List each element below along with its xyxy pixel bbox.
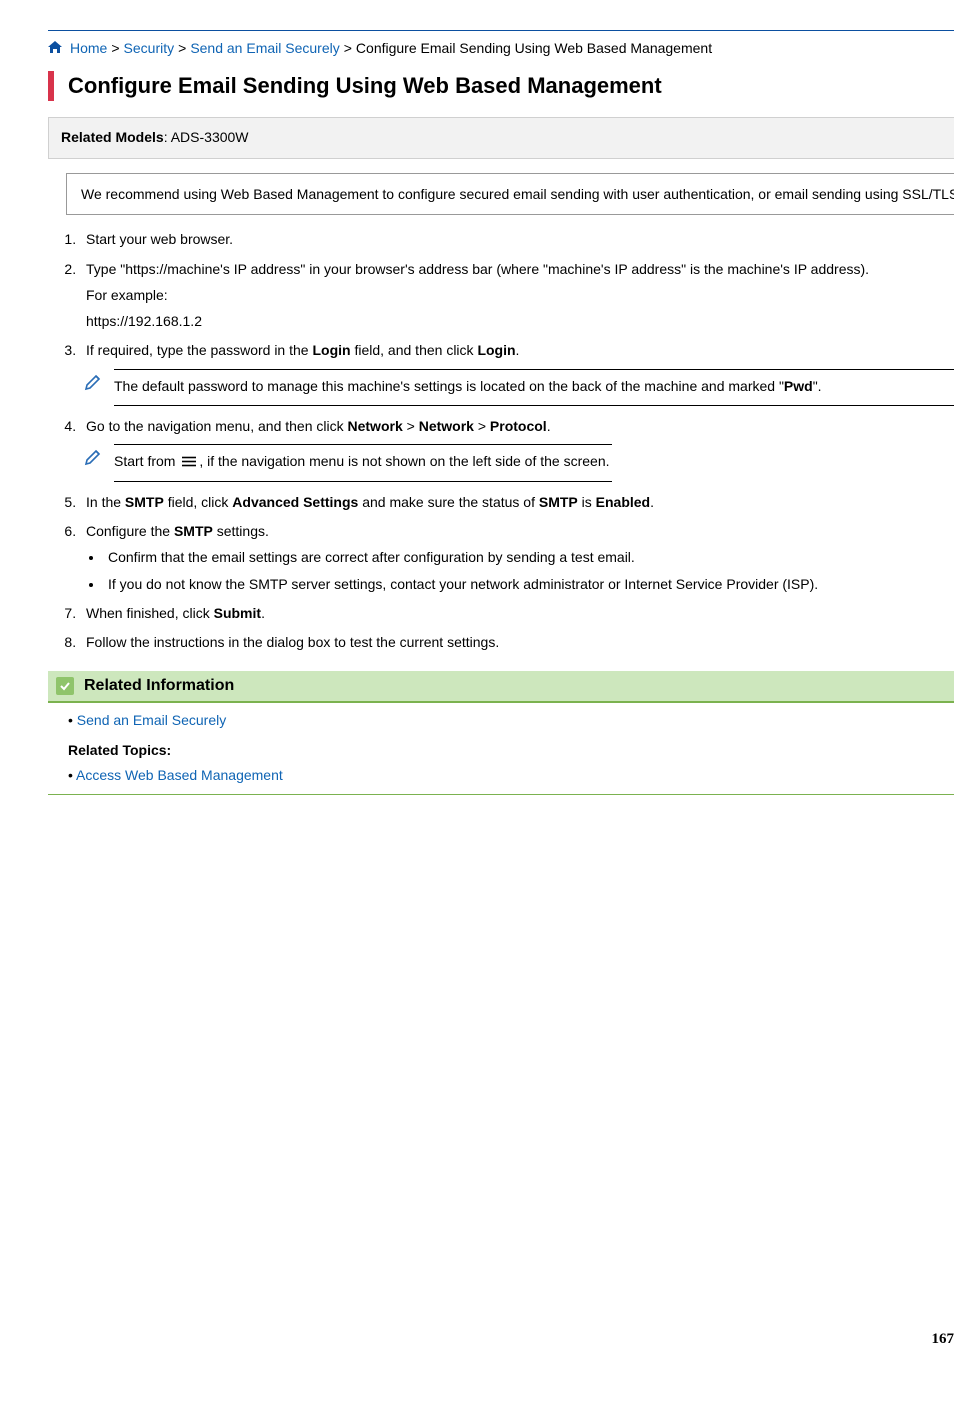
check-icon — [56, 677, 74, 695]
related-topics-item: Access Web Based Management — [68, 766, 954, 786]
step-3: If required, type the password in the Lo… — [80, 340, 954, 405]
step-6-sublist: Confirm that the email settings are corr… — [104, 547, 954, 594]
step-8: Follow the instructions in the dialog bo… — [80, 632, 954, 652]
step-2-example-label: For example: — [86, 285, 954, 305]
step-6-bullet-1: Confirm that the email settings are corr… — [104, 547, 954, 567]
step-3-text: If required, type the password in the Lo… — [86, 342, 519, 358]
breadcrumb-separator: > — [178, 39, 186, 59]
step-6: Configure the SMTP settings. Confirm tha… — [80, 521, 954, 594]
note-icon — [84, 446, 104, 471]
related-info-title: Related Information — [84, 675, 234, 697]
breadcrumb-send-email[interactable]: Send an Email Securely — [190, 39, 339, 59]
steps-list: Start your web browser. Type "https://ma… — [80, 229, 954, 652]
related-topics-link[interactable]: Access Web Based Management — [76, 767, 283, 783]
related-topics-label: Related Topics: — [68, 741, 954, 761]
step-2-example-value: https://192.168.1.2 — [86, 311, 954, 331]
note-text: Start from , if the navigation menu is n… — [114, 444, 612, 482]
breadcrumb-separator: > — [344, 39, 352, 59]
related-models-box: Related Models: ADS-3300W — [48, 117, 954, 159]
step-2: Type "https://machine's IP address" in y… — [80, 259, 954, 332]
step-1: Start your web browser. — [80, 229, 954, 249]
related-info-header: Related Information — [48, 671, 954, 703]
related-info-item: Send an Email Securely — [68, 711, 954, 731]
step-5: In the SMTP field, click Advanced Settin… — [80, 492, 954, 512]
step-5-text: In the SMTP field, click Advanced Settin… — [86, 494, 654, 510]
step-6-text: Configure the SMTP settings. — [86, 523, 269, 539]
page-number: 167 — [932, 1329, 954, 1350]
breadcrumb-separator: > — [111, 39, 119, 59]
step-2-text: Type "https://machine's IP address" in y… — [86, 261, 869, 277]
step-7-text: When finished, click Submit. — [86, 605, 265, 621]
related-models-label: Related Models — [61, 129, 164, 145]
breadcrumb-security[interactable]: Security — [124, 39, 175, 59]
home-icon — [48, 39, 62, 59]
note-icon — [84, 371, 104, 396]
note-navigation-menu: Start from , if the navigation menu is n… — [86, 444, 954, 482]
note-default-password: The default password to manage this mach… — [86, 369, 954, 406]
page-title: Configure Email Sending Using Web Based … — [48, 71, 954, 102]
step-4-text: Go to the navigation menu, and then clic… — [86, 418, 551, 434]
hamburger-icon — [181, 452, 197, 473]
breadcrumb: Home > Security > Send an Email Securely… — [48, 39, 954, 59]
related-information-block: Related Information Send an Email Secure… — [48, 671, 954, 795]
recommendation-box: We recommend using Web Based Management … — [66, 173, 954, 215]
step-6-bullet-2: If you do not know the SMTP server setti… — [104, 574, 954, 594]
step-4: Go to the navigation menu, and then clic… — [80, 416, 954, 482]
related-info-link[interactable]: Send an Email Securely — [77, 712, 226, 728]
step-7: When finished, click Submit. — [80, 603, 954, 623]
breadcrumb-current: Configure Email Sending Using Web Based … — [356, 39, 712, 59]
breadcrumb-home[interactable]: Home — [70, 39, 107, 59]
related-models-value: : ADS-3300W — [164, 129, 249, 145]
note-text: The default password to manage this mach… — [114, 369, 954, 406]
